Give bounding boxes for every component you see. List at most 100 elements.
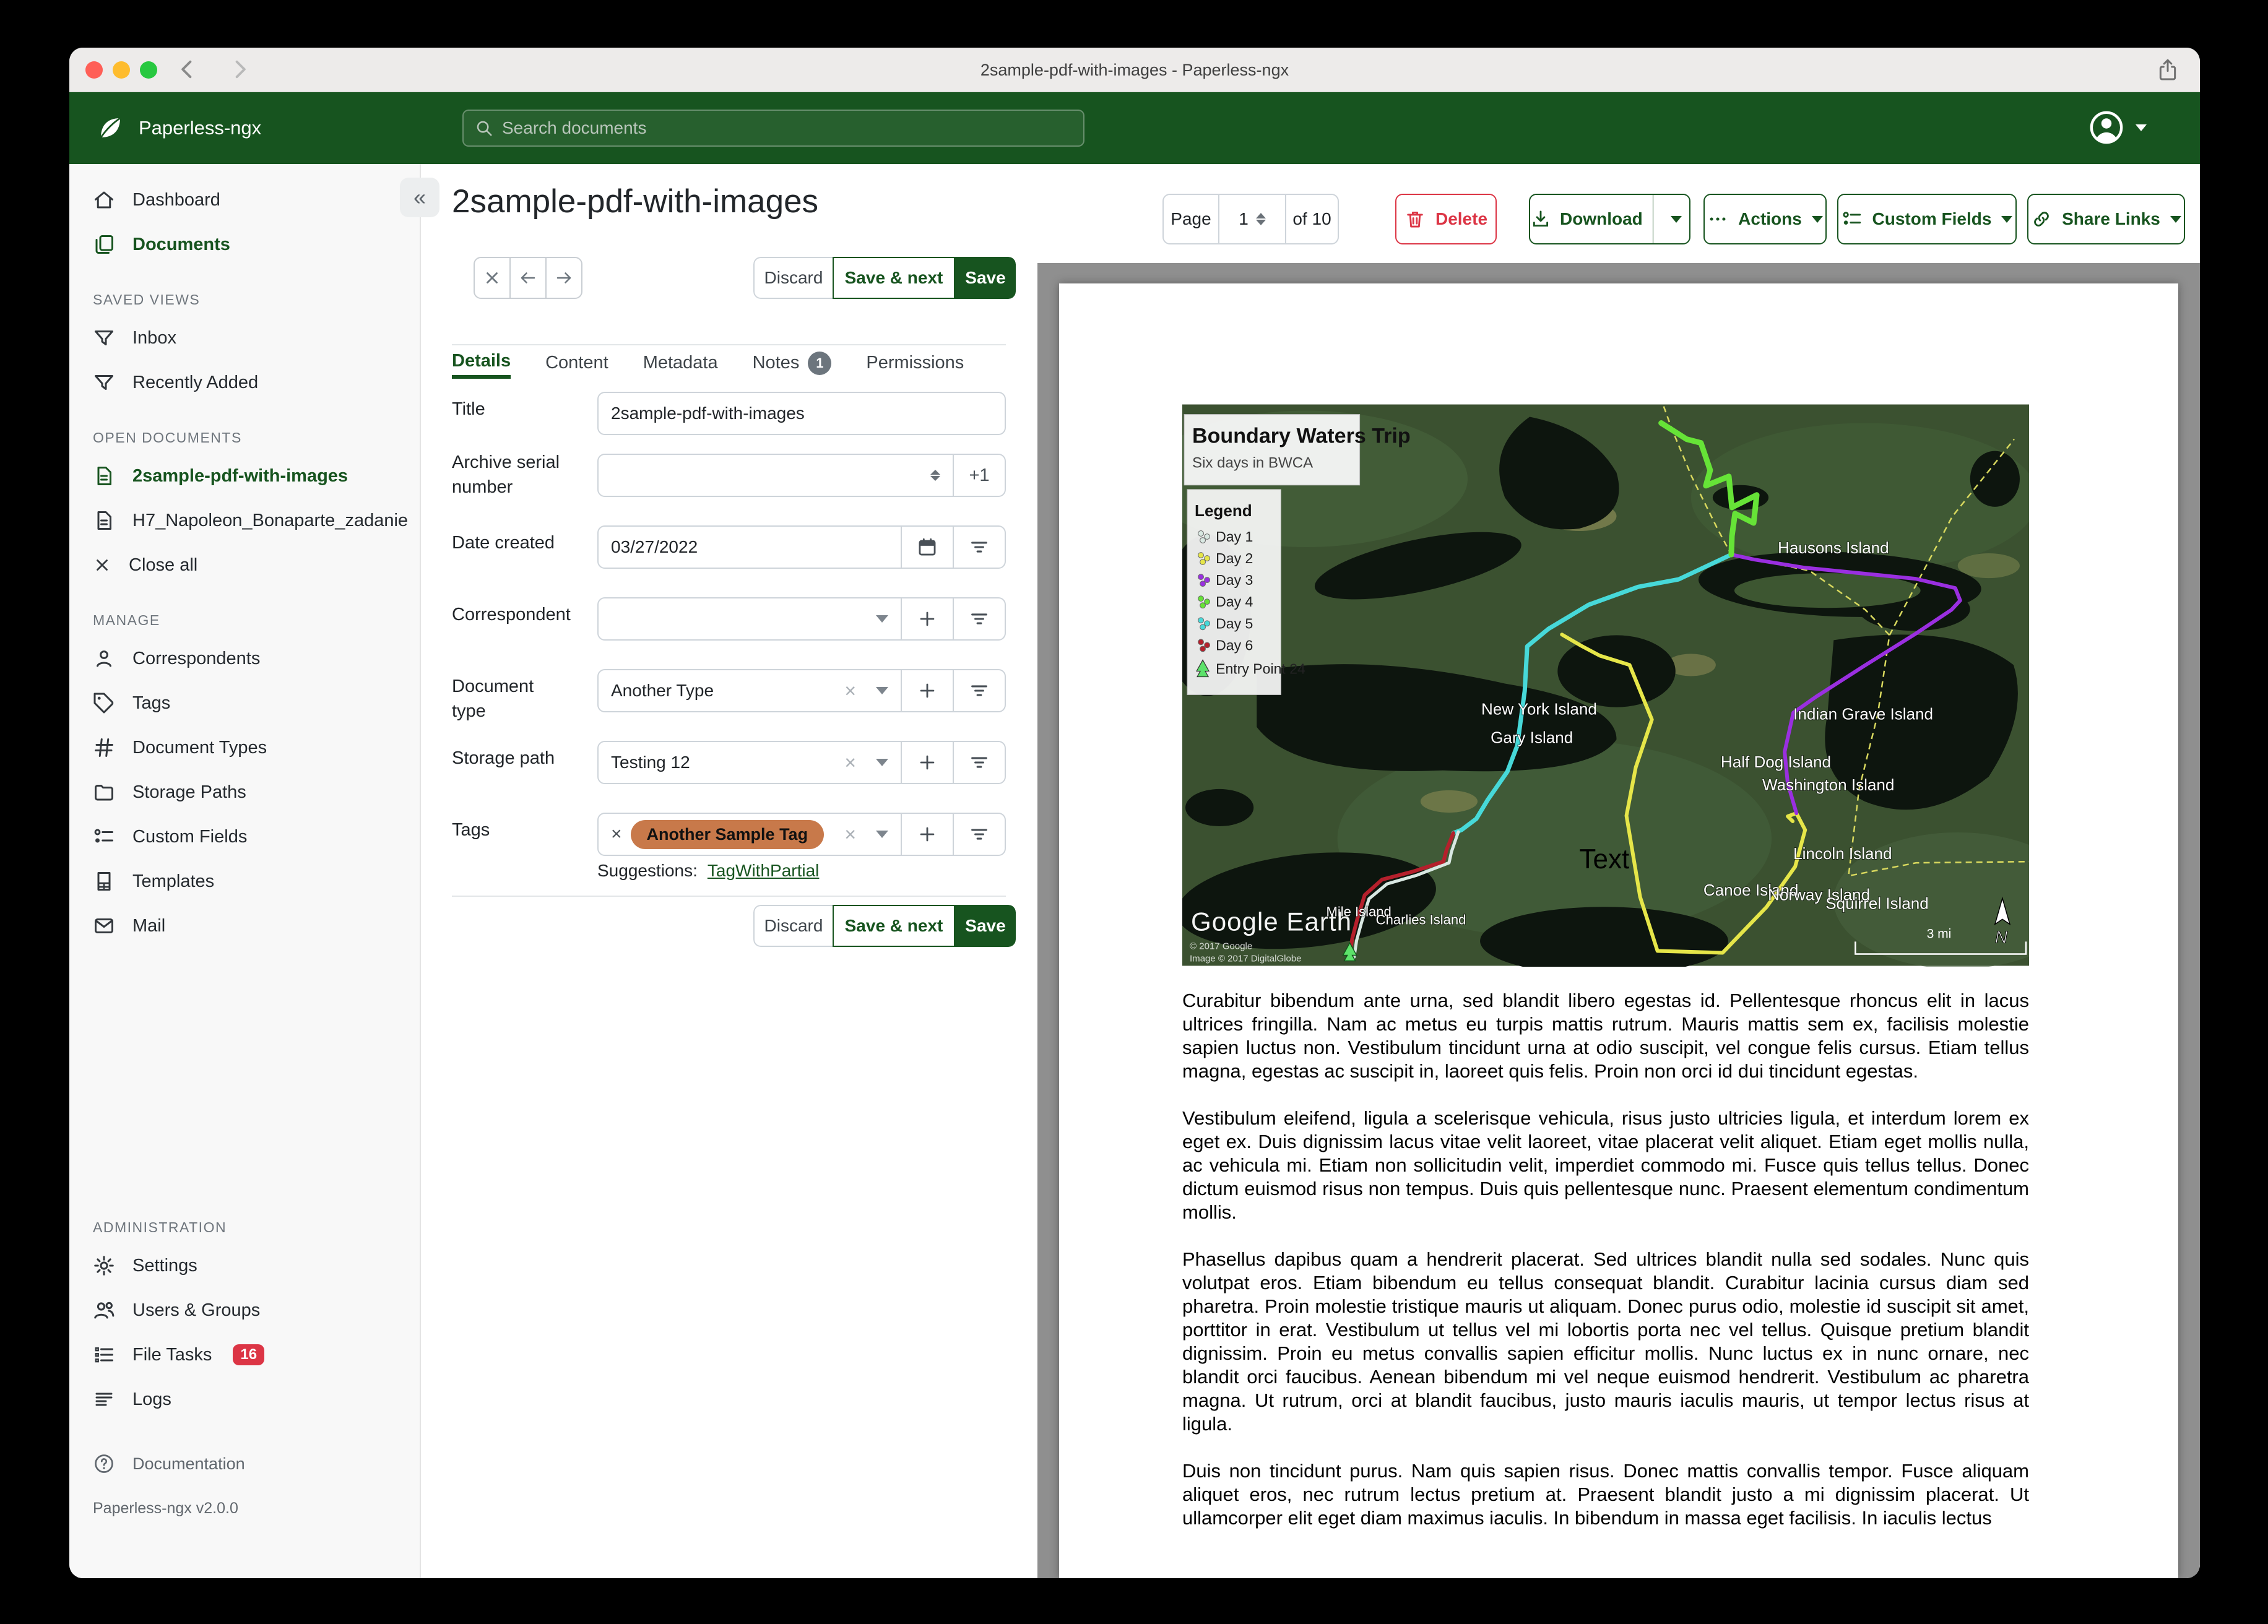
copyright: Image © 2017 DigitalGlobe: [1190, 953, 1302, 964]
sidebar-item-users-groups[interactable]: Users & Groups: [69, 1290, 420, 1330]
storage-path-select[interactable]: Testing 12 ×: [599, 742, 901, 783]
tab-content[interactable]: Content: [545, 353, 608, 377]
sidebar-item-dashboard[interactable]: Dashboard: [69, 180, 420, 220]
open-documents-header: OPEN DOCUMENTS: [93, 430, 242, 446]
brand-name: Paperless-ngx: [139, 117, 262, 139]
download-dropdown-button[interactable]: [1663, 215, 1689, 223]
sidebar-item-close-all[interactable]: Close all: [69, 545, 420, 585]
notes-count-badge: 1: [808, 351, 832, 375]
sidebar-item-open-doc-2[interactable]: H7_Napoleon_Bonaparte_zadanie: [69, 501, 420, 540]
paragraph: Vestibulum eleifend, ligula a scelerisqu…: [1182, 1107, 2029, 1223]
page-stepper[interactable]: [1255, 213, 1266, 225]
suggestion-tag-link[interactable]: TagWithPartial: [708, 861, 820, 881]
user-menu[interactable]: [2088, 110, 2147, 145]
sidebar-item-open-doc-1[interactable]: 2sample-pdf-with-images: [69, 456, 420, 496]
sidebar: Dashboard Documents SAVED VIEWS Inbox Re…: [69, 164, 421, 1578]
actions-button[interactable]: Actions: [1703, 194, 1827, 244]
sidebar-collapse-button[interactable]: «: [400, 178, 439, 217]
paragraph: Curabitur bibendum ante urna, sed blandi…: [1182, 990, 2029, 1082]
remove-tag-icon[interactable]: ×: [611, 824, 622, 845]
tags-filter-button[interactable]: [953, 814, 1005, 855]
sidebar-item-correspondents[interactable]: Correspondents: [69, 639, 420, 678]
map-label: Charlies Island: [1376, 912, 1466, 927]
add-document-type-button[interactable]: [901, 670, 953, 711]
download-icon: [1530, 209, 1551, 230]
search-input[interactable]: [502, 118, 1072, 138]
sidebar-item-recently-added[interactable]: Recently Added: [69, 363, 420, 402]
clear-icon[interactable]: ×: [844, 680, 856, 702]
correspondent-filter-button[interactable]: [953, 598, 1005, 639]
save-group: Discard Save & next Save: [753, 257, 1016, 299]
title-label: Title: [452, 399, 485, 419]
storage-path-filter-button[interactable]: [953, 742, 1005, 783]
clear-icon[interactable]: ×: [844, 823, 856, 846]
download-button[interactable]: Download: [1529, 194, 1690, 244]
document-preview-pane[interactable]: Hausons Island New York Island Gary Isla…: [1037, 263, 2200, 1578]
add-storage-path-button[interactable]: [901, 742, 953, 783]
sidebar-item-document-types[interactable]: Document Types: [69, 728, 420, 767]
sidebar-item-documents[interactable]: Documents: [69, 225, 420, 264]
share-icon[interactable]: [2155, 58, 2180, 82]
title-input[interactable]: 2sample-pdf-with-images: [599, 393, 1005, 434]
document-type-field: Another Type ×: [597, 669, 1006, 712]
tag-chip[interactable]: Another Sample Tag: [630, 819, 825, 849]
close-document-button[interactable]: [475, 258, 509, 298]
asn-input[interactable]: [599, 455, 953, 496]
page-number-input[interactable]: 1: [1239, 209, 1249, 229]
save-button[interactable]: Save: [955, 905, 1016, 947]
brand[interactable]: Paperless-ngx: [95, 92, 261, 164]
app-version: Paperless-ngx v2.0.0: [93, 1500, 238, 1517]
saved-views-header: SAVED VIEWS: [93, 292, 201, 308]
documents-icon: [93, 233, 115, 256]
sidebar-item-logs[interactable]: Logs: [69, 1380, 420, 1419]
tags-select[interactable]: × Another Sample Tag ×: [599, 814, 901, 855]
sidebar-item-documentation[interactable]: Documentation: [69, 1444, 420, 1484]
page-title: 2sample-pdf-with-images: [452, 183, 819, 220]
correspondent-select[interactable]: [599, 598, 901, 639]
window-title: 2sample-pdf-with-images - Paperless-ngx: [980, 60, 1289, 79]
ellipsis-icon: [1707, 209, 1728, 230]
svg-text:3 mi: 3 mi: [1927, 926, 1952, 941]
asn-stepper[interactable]: [930, 470, 940, 481]
tab-notes[interactable]: Notes 1: [753, 351, 832, 379]
detail-tabs: Details Content Metadata Notes 1 Permissi…: [452, 351, 964, 379]
tab-details[interactable]: Details: [452, 351, 511, 379]
sidebar-item-tags[interactable]: Tags: [69, 683, 420, 723]
map-label: Gary Island: [1491, 728, 1573, 747]
discard-button[interactable]: Discard: [753, 257, 833, 299]
save-button[interactable]: Save: [955, 257, 1016, 299]
discard-button[interactable]: Discard: [753, 905, 833, 947]
hash-icon: [93, 736, 115, 759]
tab-permissions[interactable]: Permissions: [866, 353, 964, 377]
previous-document-button[interactable]: [509, 258, 545, 298]
sidebar-item-custom-fields[interactable]: Custom Fields: [69, 817, 420, 857]
asn-increment-button[interactable]: +1: [953, 455, 1005, 496]
title-field: 2sample-pdf-with-images: [597, 392, 1006, 435]
clear-icon[interactable]: ×: [844, 751, 856, 774]
avatar-icon: [2088, 110, 2124, 145]
sidebar-item-storage-paths[interactable]: Storage Paths: [69, 772, 420, 812]
next-document-button[interactable]: [545, 258, 581, 298]
delete-button[interactable]: Delete: [1395, 194, 1497, 244]
share-links-button[interactable]: Share Links: [2027, 194, 2185, 244]
tags-label: Tags: [452, 820, 490, 840]
calendar-button[interactable]: [901, 527, 953, 568]
help-icon: [93, 1453, 115, 1475]
tab-metadata[interactable]: Metadata: [643, 353, 718, 377]
map-label: Hausons Island: [1778, 538, 1889, 557]
sidebar-item-file-tasks[interactable]: File Tasks 16: [69, 1335, 420, 1375]
document-type-filter-button[interactable]: [953, 670, 1005, 711]
date-created-input[interactable]: 03/27/2022: [599, 527, 901, 568]
document-type-select[interactable]: Another Type ×: [599, 670, 901, 711]
sidebar-item-settings[interactable]: Settings: [69, 1246, 420, 1285]
save-next-button[interactable]: Save & next: [833, 905, 955, 947]
sidebar-item-templates[interactable]: Templates: [69, 862, 420, 901]
save-next-button[interactable]: Save & next: [833, 257, 955, 299]
sidebar-item-mail[interactable]: Mail: [69, 906, 420, 946]
sidebar-item-inbox[interactable]: Inbox: [69, 318, 420, 358]
logs-icon: [93, 1388, 115, 1410]
custom-fields-button[interactable]: Custom Fields: [1837, 194, 2017, 244]
add-correspondent-button[interactable]: [901, 598, 953, 639]
add-tag-button[interactable]: [901, 814, 953, 855]
date-filter-button[interactable]: [953, 527, 1005, 568]
